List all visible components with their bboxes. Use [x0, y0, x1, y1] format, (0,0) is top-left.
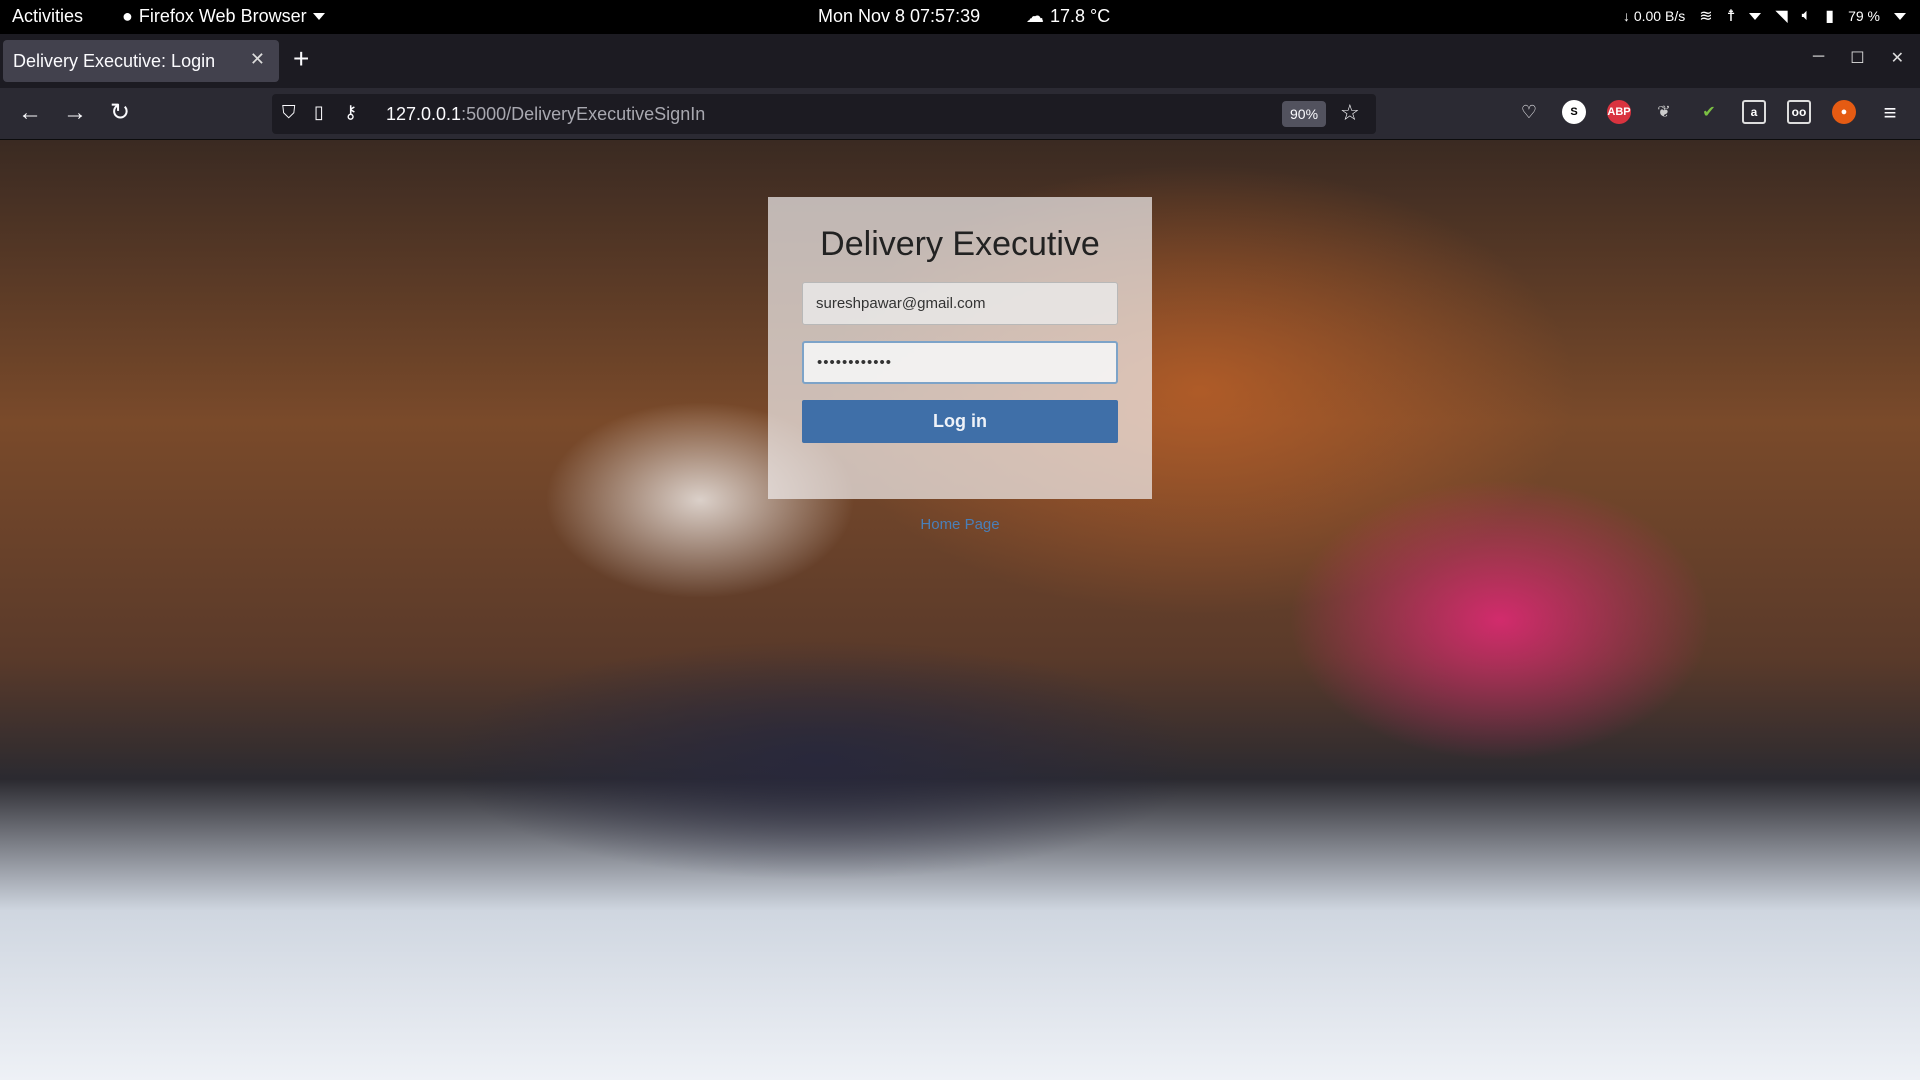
forward-icon[interactable]: →: [61, 100, 89, 128]
minimize-icon[interactable]: ─: [1813, 48, 1824, 68]
chevron-down-icon[interactable]: [1749, 12, 1762, 20]
dark-extension-icon[interactable]: ❦: [1652, 100, 1676, 124]
email-field[interactable]: sureshpawar@gmail.com: [802, 282, 1118, 325]
pocket-icon[interactable]: ♡: [1517, 100, 1541, 124]
page-content: Delivery Executive sureshpawar@gmail.com…: [0, 140, 1920, 1080]
green-extension-icon[interactable]: ✔: [1697, 100, 1721, 124]
nav-toolbar: ← → ↻ ⛉ ▯ ⚷ 127.0.0.1:5000/DeliveryExecu…: [0, 88, 1920, 140]
password-field[interactable]: ••••••••••••: [802, 341, 1118, 384]
maximize-icon[interactable]: ☐: [1850, 48, 1864, 68]
battery-icon[interactable]: ▮: [1825, 6, 1834, 26]
page-icon[interactable]: ▯: [314, 102, 324, 123]
chevron-down-icon[interactable]: [1894, 12, 1906, 20]
app-name: Firefox Web Browser: [138, 6, 307, 26]
window-controls: ─ ☐ ✕: [1813, 48, 1904, 68]
close-window-icon[interactable]: ✕: [1891, 48, 1904, 68]
page-title: Delivery Executive: [820, 225, 1100, 263]
reload-icon[interactable]: ↻: [106, 100, 134, 128]
firefox-icon: ●: [122, 6, 133, 26]
menu-icon[interactable]: ≡: [1876, 100, 1904, 128]
battery-percent[interactable]: 79 %: [1848, 8, 1880, 24]
login-button[interactable]: Log in: [802, 400, 1118, 443]
tab-delivery-login[interactable]: Delivery Executive: Login ✕: [3, 40, 279, 82]
shield-icon[interactable]: ⛉: [282, 102, 296, 123]
clock[interactable]: Mon Nov 8 07:57:39: [818, 6, 980, 27]
new-tab-button[interactable]: +: [293, 44, 309, 74]
back-icon[interactable]: ←: [16, 100, 44, 128]
weather-icon: ☁: [1026, 6, 1044, 26]
zoom-level[interactable]: 90%: [1282, 101, 1327, 127]
temperature: 17.8 °C: [1050, 6, 1111, 26]
login-card: Delivery Executive sureshpawar@gmail.com…: [768, 197, 1152, 499]
weather-indicator[interactable]: ☁ 17.8 °C: [1026, 6, 1110, 27]
activities-button[interactable]: Activities: [12, 6, 83, 27]
glasses-extension-icon[interactable]: oo: [1787, 100, 1811, 124]
system-top-bar: Activities ● Firefox Web Browser Mon Nov…: [0, 0, 1920, 34]
home-page-link[interactable]: Home Page: [0, 516, 1920, 533]
tab-title: Delivery Executive: Login: [13, 50, 216, 71]
system-tray: ↓ 0.00 B/s ≋ ☨ ◥ 🔈︎ ▮ 79 %: [1623, 6, 1906, 26]
adblock-plus-icon[interactable]: ABP: [1607, 100, 1631, 124]
wifi-signal-icon[interactable]: ◥: [1775, 6, 1787, 26]
star-icon[interactable]: ☆: [1340, 100, 1360, 126]
s-extension-icon[interactable]: S: [1562, 100, 1586, 124]
close-icon[interactable]: ✕: [250, 49, 265, 70]
accessibility-icon[interactable]: ☨: [1727, 6, 1736, 26]
net-speed[interactable]: ↓ 0.00 B/s: [1623, 8, 1685, 24]
chevron-down-icon: [312, 13, 325, 20]
volume-icon[interactable]: 🔈︎: [1802, 7, 1812, 25]
fire-extension-icon[interactable]: ●: [1832, 100, 1856, 124]
app-menu[interactable]: ● Firefox Web Browser: [122, 6, 325, 27]
key-icon[interactable]: ⚷: [344, 102, 357, 123]
url-bar[interactable]: ⛉ ▯ ⚷ 127.0.0.1:5000/DeliveryExecutiveSi…: [272, 94, 1376, 134]
tab-strip: Delivery Executive: Login ✕ + ─ ☐ ✕: [0, 34, 1920, 88]
reader-extension-icon[interactable]: a: [1742, 100, 1766, 124]
url-text[interactable]: 127.0.0.1:5000/DeliveryExecutiveSignIn: [386, 104, 705, 125]
wifi-icon[interactable]: ≋: [1699, 6, 1712, 26]
